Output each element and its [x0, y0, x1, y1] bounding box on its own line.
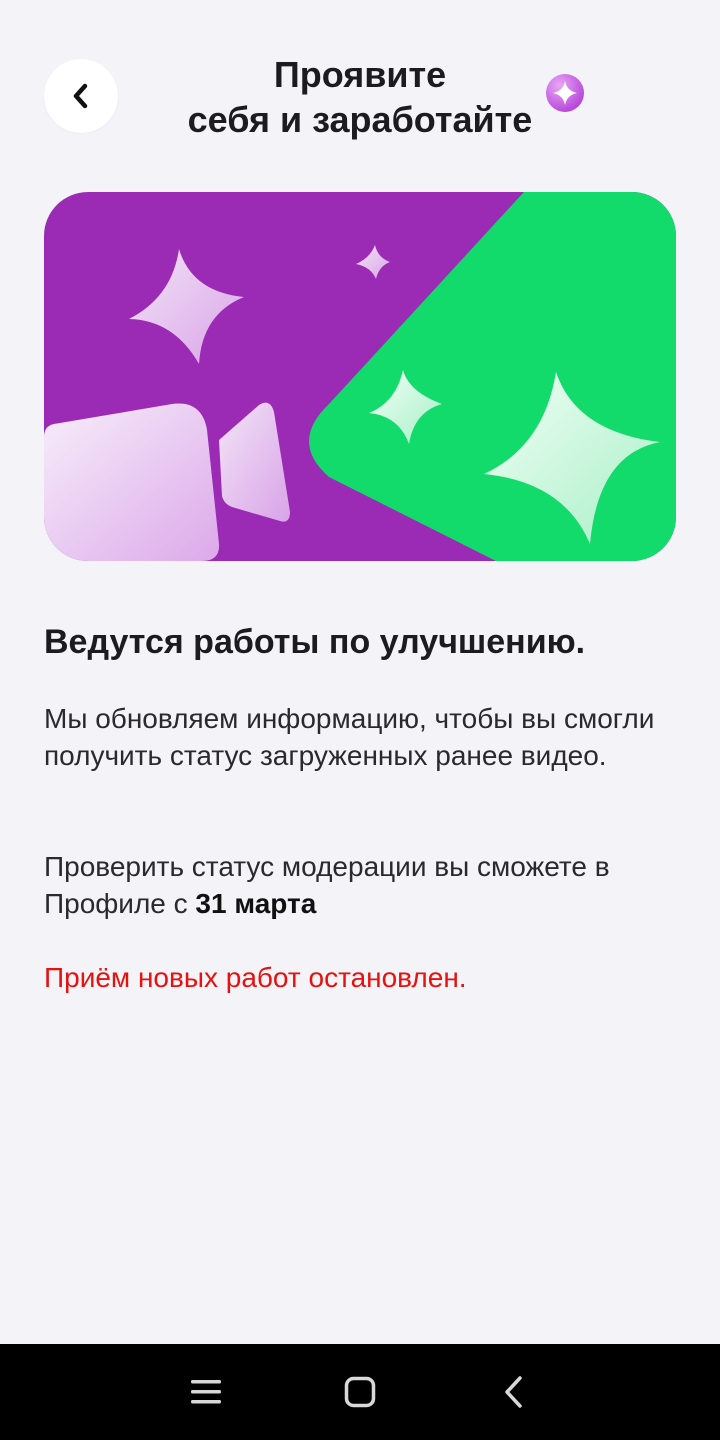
info-paragraph: Мы обновляем информацию, чтобы вы смогли… — [44, 703, 655, 771]
moderation-text: Проверить статус модерации вы сможете в … — [44, 851, 610, 919]
moderation-date: 31 марта — [195, 888, 317, 919]
section-heading: Ведутся работы по улучшению. — [44, 623, 586, 661]
nav-back-button[interactable] — [484, 1364, 544, 1420]
recent-apps-button[interactable] — [176, 1364, 236, 1420]
screen: Проявите себя и заработайте Ведутся рабо… — [0, 0, 720, 1440]
nav-back-icon — [505, 1376, 522, 1408]
sparkle-badge-icon — [546, 74, 584, 112]
chevron-left-icon — [73, 83, 88, 109]
sparkles-illustration — [44, 192, 676, 561]
warning-text: Приём новых работ остановлен. — [44, 962, 467, 993]
moderation-paragraph: Проверить статус модерации вы сможете в … — [44, 848, 684, 922]
home-button[interactable] — [330, 1364, 390, 1420]
promo-banner — [44, 192, 676, 561]
system-nav-bar — [0, 1344, 720, 1440]
page-title: Проявите себя и заработайте — [150, 52, 570, 142]
back-button[interactable] — [44, 59, 118, 133]
recent-apps-icon — [191, 1380, 221, 1404]
page-title-line2: себя и заработайте — [187, 99, 533, 140]
home-icon — [344, 1376, 376, 1408]
page-title-line1: Проявите — [273, 54, 447, 95]
